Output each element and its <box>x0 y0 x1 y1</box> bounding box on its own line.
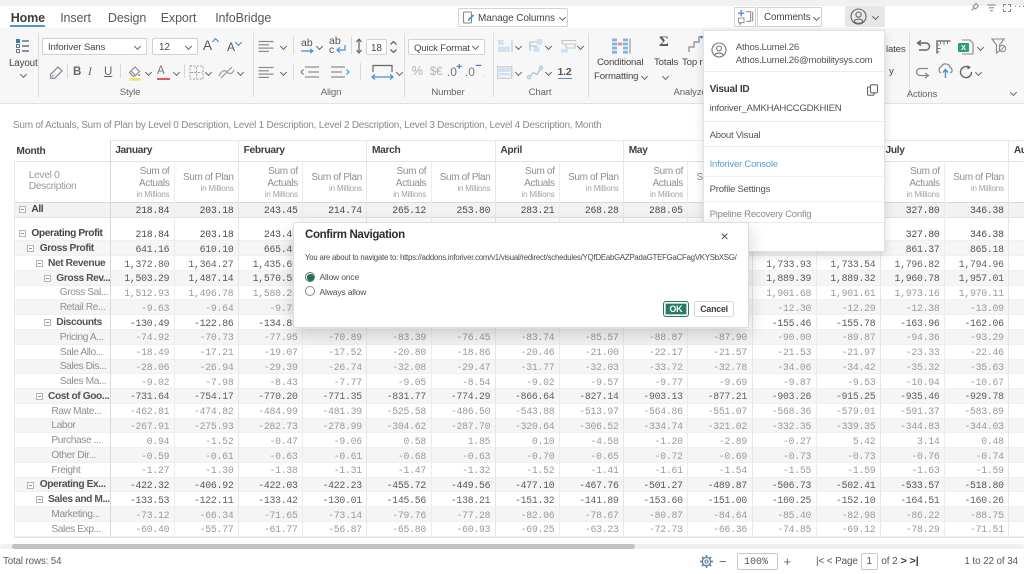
svg-text:X: X <box>961 43 966 52</box>
